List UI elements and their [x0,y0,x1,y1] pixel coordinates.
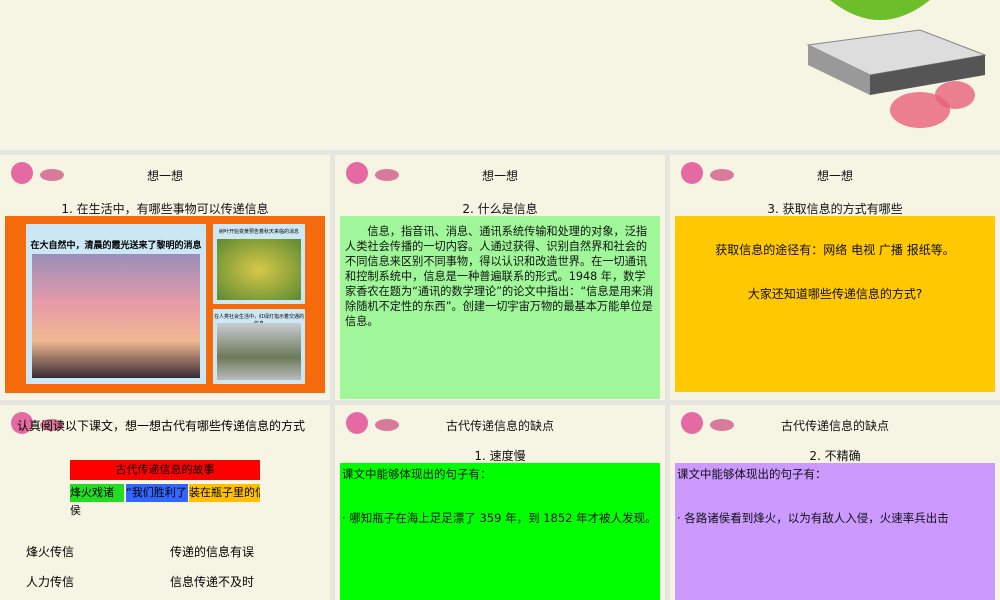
example-label: 课文中能够体现出的句子有： [677,467,827,481]
slide-heading: 想一想 [146,169,183,183]
slide-heading: 想一想 [816,169,853,183]
slide-heading: 想一想 [481,169,518,183]
caption: 在大自然中，清晨的霞光送来了黎明的消息 [30,241,202,251]
info-box: 获取信息的途径有：网络 电视 广播 报纸等。 大家还知道哪些传递信息的方式? [675,216,995,392]
slide-heading: 古代传递信息的缺点 [780,419,889,433]
slide-5[interactable]: 古代传递信息的缺点 1. 速度慢 课文中能够体现出的句子有： · 哪知瓶子在海上… [335,405,665,600]
top-banner [0,0,1000,150]
example-box: 课文中能够体现出的句子有： · 各路诸侯看到烽火，以为有敌人入侵，火速率兵出击 [675,463,995,600]
slide-4[interactable]: 认真阅读以下课文，想一想古代有哪些传递信息的方式 古代传递信息的故事 烽火戏诸侯… [0,405,330,600]
slide-subtitle: 1. 速度慢 [474,449,526,463]
slide-subtitle: 3. 获取信息的方式有哪些 [767,202,903,216]
slide-2[interactable]: 想一想 2. 什么是信息 信息，指音讯、消息、通讯系统传输和处理的对象，泛指人类… [335,155,665,400]
example-sentence: · 哪知瓶子在海上足足漂了 359 年，到 1852 年才被人发现。 [342,511,657,525]
drawback: 传递的信息有误 [170,545,255,559]
example-label: 课文中能够体现出的句子有： [342,467,492,481]
story-item[interactable]: 装在瓶子里的信 [189,484,260,502]
image-collage: 在大自然中，清晨的霞光送来了黎明的消息 树叶开始变黄预告着秋天来临的消息 在人类… [5,216,325,393]
example-sentence: · 各路诸侯看到烽火，以为有敌人入侵，火速率兵出击 [677,511,949,525]
slide-heading: 认真阅读以下课文，想一想古代有哪些传递信息的方式 [17,419,306,433]
example-box: 课文中能够体现出的句子有： · 哪知瓶子在海上足足漂了 359 年，到 1852… [340,463,660,600]
street-image [217,323,301,380]
story-item[interactable]: “我们胜利了” [126,484,188,502]
slide-6[interactable]: 古代传递信息的缺点 2. 不精确 课文中能够体现出的句子有： · 各路诸侯看到烽… [670,405,1000,600]
sunrise-image [32,254,200,378]
definition-text: 信息，指音讯、消息、通讯系统传输和处理的对象，泛指人类社会传播的一切内容。人通过… [340,216,660,399]
leaves-image [217,239,301,300]
story-title: 古代传递信息的故事 [70,460,260,480]
slide-1[interactable]: 想一想 1. 在生活中，有哪些事物可以传递信息 在大自然中，清晨的霞光送来了黎明… [0,155,330,400]
info-question: 大家还知道哪些传递信息的方式? [747,287,923,301]
slide-subtitle: 2. 不精确 [809,449,861,463]
slide-subtitle: 2. 什么是信息 [462,202,538,216]
slide-heading: 古代传递信息的缺点 [445,419,554,433]
info-line: 获取信息的途径有：网络 电视 广播 报纸等。 [715,243,955,257]
drawback: 信息传递不及时 [170,575,255,589]
caption: 树叶开始变黄预告着秋天来临的消息 [218,229,299,235]
slide-subtitle: 1. 在生活中，有哪些事物可以传递信息 [61,202,269,216]
wifi-router-icon [806,0,987,128]
method: 人力传信 [26,575,75,589]
method: 烽火传信 [26,545,75,559]
slide-3[interactable]: 想一想 3. 获取信息的方式有哪些 获取信息的途径有：网络 电视 广播 报纸等。… [670,155,1000,400]
story-item[interactable]: 烽火戏诸侯 [70,484,124,517]
